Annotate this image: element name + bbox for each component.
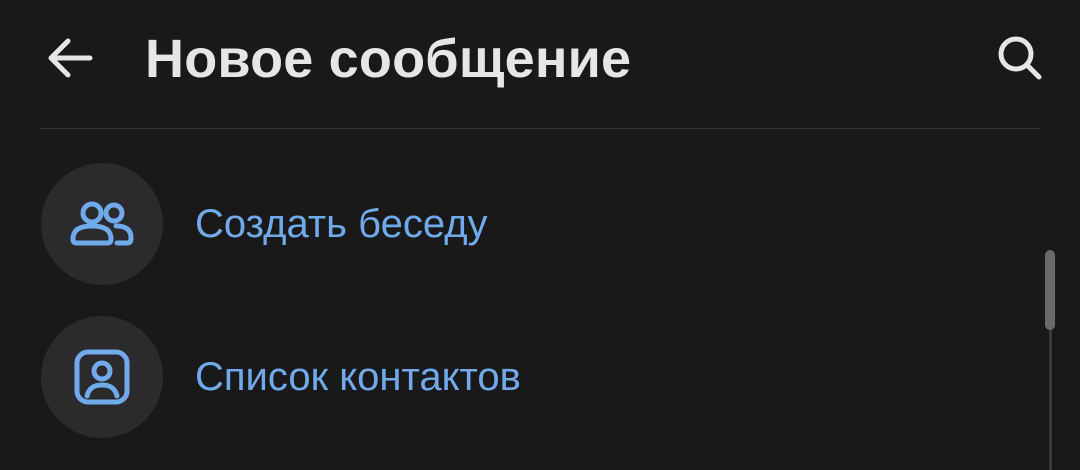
group-icon — [70, 201, 134, 246]
create-chat-item[interactable]: Создать беседу — [0, 148, 1040, 300]
create-chat-label: Создать беседу — [195, 202, 488, 246]
header-divider — [40, 128, 1040, 129]
new-message-screen: Новое сообщение Создать беседу Список ко… — [0, 0, 1080, 470]
icon-circle — [41, 163, 163, 285]
top-app-bar: Новое сообщение — [0, 0, 1080, 128]
page-title: Новое сообщение — [145, 29, 632, 89]
contact-card-icon — [74, 349, 130, 405]
contacts-list-label: Список контактов — [195, 355, 521, 399]
icon-circle — [41, 316, 163, 438]
search-button[interactable] — [978, 16, 1062, 100]
search-icon — [998, 36, 1042, 80]
back-button[interactable] — [28, 16, 112, 100]
arrow-left-icon — [48, 38, 93, 78]
scrollbar-thumb[interactable] — [1045, 250, 1055, 330]
contacts-list-item[interactable]: Список контактов — [0, 301, 1040, 453]
